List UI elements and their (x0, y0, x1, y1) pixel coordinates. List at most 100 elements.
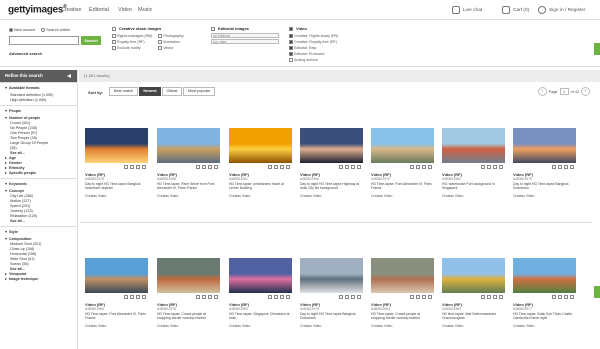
video-result-card[interactable]: Video (RF) #450522977 HD Time-lapse: Sdak … (513, 258, 576, 328)
analog-archive-option[interactable]: Analog archive (289, 57, 379, 63)
video-thumbnail[interactable] (371, 128, 434, 163)
info-icon[interactable] (351, 295, 355, 299)
video-thumbnail[interactable] (229, 258, 292, 293)
radio-search-within[interactable]: Search within (41, 27, 70, 32)
video-result-card[interactable]: Video (RF) #450522956 Day to night HD Time… (300, 128, 363, 198)
exclude-nudity-option[interactable]: Exclude nudity (112, 45, 152, 51)
info-icon[interactable] (422, 295, 426, 299)
video-thumbnail[interactable] (85, 258, 148, 293)
prev-page-button[interactable]: ‹ (537, 87, 547, 96)
getty-logo[interactable]: gettyimages® (8, 4, 67, 15)
download-icon[interactable] (487, 295, 491, 299)
info-icon[interactable] (280, 295, 284, 299)
video-result-card[interactable]: Video (RF) #450522970 Day to night HD Time… (513, 128, 576, 198)
video-description[interactable]: HD: warehouse Port background in Singapo… (442, 182, 505, 194)
download-icon[interactable] (487, 165, 491, 169)
video-thumbnail[interactable] (85, 128, 148, 163)
similar-icon[interactable] (499, 295, 503, 299)
lightbox-icon[interactable] (410, 295, 414, 299)
video-result-card[interactable]: Video (RF) #450522966 HD Time-lapse: Pont … (85, 258, 148, 328)
sidebar-filter-item[interactable]: High-definition (1,050) (5, 98, 72, 103)
video-description[interactable]: HD Time-lapse: pedestrians travel at Ler… (229, 182, 292, 194)
video-description[interactable]: HD Time-lapse: Crowd people at shopping … (157, 312, 220, 324)
nav-creative[interactable]: Creative (61, 7, 81, 13)
lightbox-icon[interactable] (196, 165, 200, 169)
nav-editorial[interactable]: Editorial (89, 7, 109, 13)
info-icon[interactable] (208, 165, 212, 169)
download-icon[interactable] (345, 165, 349, 169)
video-description[interactable]: HD Time-lapse: Sdak Kok Thom Castle, Cam… (513, 312, 576, 324)
video-result-card[interactable]: Video (RF) #450522978 HD Time-lapse: Crowd… (157, 258, 220, 328)
lightbox-icon[interactable] (410, 165, 414, 169)
video-description[interactable]: HD Time-lapse: Crowd people at shopping … (371, 312, 434, 324)
video-thumbnail[interactable] (442, 128, 505, 163)
info-icon[interactable] (351, 165, 355, 169)
similar-icon[interactable] (286, 295, 290, 299)
video-thumbnail[interactable] (371, 258, 434, 293)
similar-icon[interactable] (142, 165, 146, 169)
download-icon[interactable] (130, 165, 134, 169)
info-icon[interactable] (136, 295, 140, 299)
video-thumbnail[interactable] (300, 128, 363, 163)
creative-checkbox[interactable] (112, 26, 116, 31)
video-thumbnail[interactable] (442, 258, 505, 293)
editorial-checkbox[interactable] (211, 26, 215, 31)
similar-icon[interactable] (357, 295, 361, 299)
download-icon[interactable] (274, 165, 278, 169)
similar-icon[interactable] (428, 165, 432, 169)
video-checkbox[interactable] (289, 26, 293, 31)
video-result-card[interactable]: Video (RF) #450522970 HD Time-lapse: Pont … (371, 128, 434, 198)
download-icon[interactable] (416, 165, 420, 169)
editorial-type-select[interactable]: All Editorial (211, 33, 279, 38)
radio-new-search[interactable]: New search (9, 27, 35, 32)
sort-newest[interactable]: Newest (139, 87, 161, 96)
info-icon[interactable] (493, 295, 497, 299)
vector-option[interactable]: Vector (158, 45, 183, 51)
similar-icon[interactable] (214, 295, 218, 299)
lightbox-icon[interactable] (552, 295, 556, 299)
lightbox-icon[interactable] (268, 295, 272, 299)
next-page-button[interactable]: › (581, 87, 590, 96)
video-thumbnail[interactable] (157, 258, 220, 293)
download-icon[interactable] (558, 165, 562, 169)
download-icon[interactable] (130, 295, 134, 299)
lightbox-icon[interactable] (124, 295, 128, 299)
feedback-tab-lower[interactable] (594, 286, 600, 298)
video-description[interactable]: Day to night HD Time-lapse Bangkok downt… (85, 182, 148, 194)
video-description[interactable]: Day to night HD Time-lapse Highway at du… (300, 182, 363, 194)
info-icon[interactable] (564, 295, 568, 299)
video-description[interactable]: HD Time-lapse: Pont Alexandre III, Paris… (85, 312, 148, 324)
refine-header[interactable]: Refine this search (0, 70, 77, 82)
video-result-card[interactable]: Video (RF) #450522976 Day to night HD Time… (300, 258, 363, 328)
similar-icon[interactable] (357, 165, 361, 169)
similar-icon[interactable] (570, 165, 574, 169)
lightbox-icon[interactable] (339, 295, 343, 299)
cart-link[interactable]: Cart (0) (502, 6, 529, 14)
page-input[interactable]: 1 (559, 88, 569, 95)
sort-most-popular[interactable]: Most popular (183, 87, 215, 96)
download-icon[interactable] (558, 295, 562, 299)
video-description[interactable]: HD Time-lapse: River Seine from Pont Ale… (157, 182, 220, 194)
video-description[interactable]: Day to night HD Time-lapse Bangkok Downt… (513, 182, 576, 194)
video-thumbnail[interactable] (229, 128, 292, 163)
video-result-card[interactable]: Video (RF) #450522969 HD time-lapse: Wat S… (442, 258, 505, 328)
video-result-card[interactable]: Video (RF) #450522963 HD Time-lapse: Crowd… (371, 258, 434, 328)
advanced-search-link[interactable]: Advanced search (9, 51, 42, 56)
download-icon[interactable] (274, 295, 278, 299)
sidebar-subsection[interactable]: Image technique (5, 277, 72, 282)
video-description[interactable]: HD time-lapse: Wat Sothonwararam Chachoe… (442, 312, 505, 324)
lightbox-icon[interactable] (481, 295, 485, 299)
info-icon[interactable] (422, 165, 426, 169)
similar-icon[interactable] (499, 165, 503, 169)
signin-link[interactable]: Sign in / Register (538, 6, 586, 14)
sidebar-section-title[interactable]: Available formats (5, 86, 72, 91)
live-chat-link[interactable]: Live chat (452, 6, 482, 14)
video-thumbnail[interactable] (513, 128, 576, 163)
sort-best-match[interactable]: Best match (109, 87, 138, 96)
video-thumbnail[interactable] (157, 128, 220, 163)
video-result-card[interactable]: Video (RF) #450522984 HD: warehouse Port b… (442, 128, 505, 198)
sidebar-subsection[interactable]: Specific people (5, 171, 72, 176)
video-result-card[interactable]: Video (RF) #450522998 HD Time-lapse: River… (157, 128, 220, 198)
search-input[interactable] (9, 36, 79, 45)
info-icon[interactable] (280, 165, 284, 169)
